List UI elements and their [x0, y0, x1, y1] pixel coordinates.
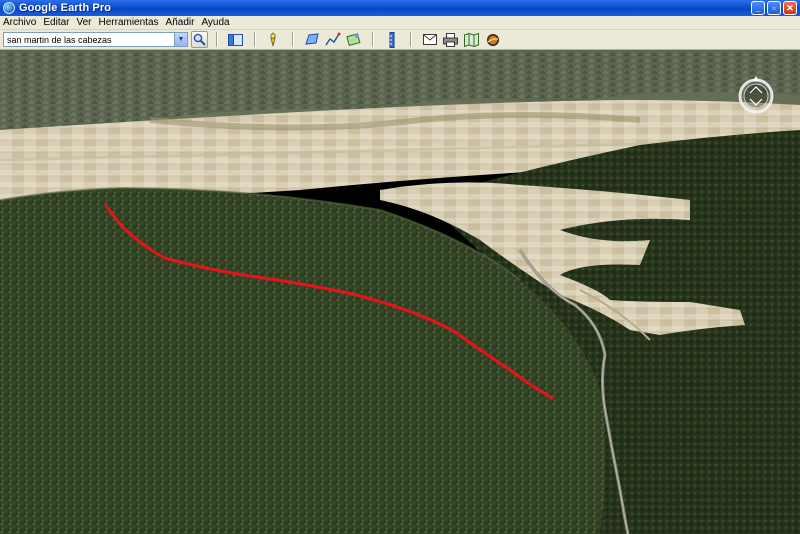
google-earth-icon	[3, 2, 15, 14]
toolbar-separator	[410, 32, 411, 47]
toolbar-separator	[216, 32, 217, 47]
search-input[interactable]	[4, 33, 174, 46]
add-path-button[interactable]	[324, 31, 341, 48]
sidebar-toggle-icon	[228, 33, 243, 46]
menu-anadir[interactable]: Añadir	[163, 17, 199, 28]
menu-ver[interactable]: Ver	[73, 17, 95, 28]
add-placemark-button[interactable]	[265, 31, 282, 48]
close-button[interactable]: ✕	[783, 1, 797, 15]
menu-bar: Archivo Editar Ver Herramientas Añadir A…	[0, 16, 800, 30]
toolbar-separator	[372, 32, 373, 47]
ruler-icon	[389, 31, 394, 48]
toolbar-separator	[254, 32, 255, 47]
maximize-button[interactable]: ▫	[767, 1, 781, 15]
menu-archivo[interactable]: Archivo	[0, 17, 40, 28]
toolbar-separator	[292, 32, 293, 47]
menu-editar[interactable]: Editar	[40, 17, 73, 28]
path-icon	[324, 32, 340, 46]
menu-herramientas[interactable]: Herramientas	[96, 17, 163, 28]
chevron-down-icon[interactable]: ▼	[174, 33, 187, 46]
ruler-button[interactable]	[383, 31, 400, 48]
search-icon	[193, 33, 206, 46]
image-overlay-icon	[345, 33, 360, 47]
polygon-icon	[304, 33, 319, 45]
email-button[interactable]	[421, 31, 438, 48]
earth-3d-view[interactable]: N	[0, 50, 800, 534]
minimize-button[interactable]: _	[751, 1, 765, 15]
window-title: Google Earth Pro	[19, 2, 112, 14]
add-image-overlay-button[interactable]	[345, 31, 362, 48]
menu-ayuda[interactable]: Ayuda	[198, 17, 233, 28]
maps-icon	[464, 32, 479, 47]
sky-icon	[486, 33, 499, 46]
view-in-maps-button[interactable]	[463, 31, 480, 48]
search-button[interactable]	[191, 31, 208, 48]
placemark-icon	[270, 32, 276, 47]
terrain-view: N	[0, 50, 800, 534]
toolbar: ▼	[0, 30, 800, 50]
window-controls: _ ▫ ✕	[751, 1, 797, 15]
sky-mode-button[interactable]	[484, 31, 501, 48]
search-field[interactable]: ▼	[3, 32, 188, 47]
sidebar-toggle-button[interactable]	[227, 31, 244, 48]
email-icon	[422, 34, 437, 45]
add-polygon-button[interactable]	[303, 31, 320, 48]
print-icon	[443, 32, 458, 47]
print-button[interactable]	[442, 31, 459, 48]
title-bar: Google Earth Pro _ ▫ ✕	[0, 0, 800, 16]
